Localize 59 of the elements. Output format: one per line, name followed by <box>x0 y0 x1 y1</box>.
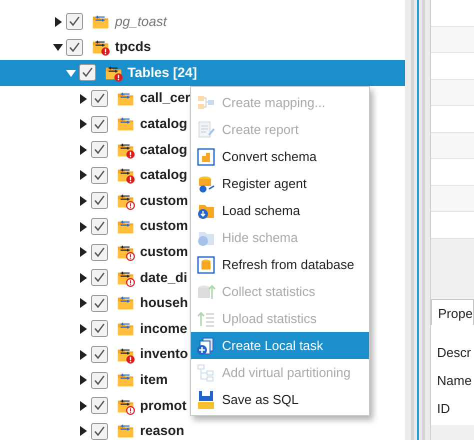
task-add-icon <box>196 336 216 356</box>
checkbox[interactable] <box>91 422 108 440</box>
grid-row <box>431 106 474 132</box>
checkbox[interactable] <box>91 90 108 108</box>
checkbox[interactable] <box>91 192 108 210</box>
tree-item-label[interactable]: date_di <box>140 268 188 288</box>
tree-item-label[interactable]: call_cer <box>140 88 190 109</box>
field-label: Name <box>436 372 473 390</box>
grid-row <box>431 212 474 238</box>
tree-item-label[interactable]: catalog <box>140 165 188 186</box>
tree-item-label[interactable]: tpcds <box>115 37 152 58</box>
checkbox[interactable] <box>91 166 108 184</box>
properties-tab[interactable]: Prope <box>431 298 474 324</box>
checkbox[interactable] <box>78 64 96 82</box>
checkbox[interactable] <box>91 141 108 158</box>
selected-row[interactable]: Tables [24] <box>0 60 405 86</box>
convert-icon <box>196 146 216 166</box>
tree-item-label[interactable]: househ <box>140 293 188 314</box>
checkbox[interactable] <box>91 269 108 286</box>
checkbox[interactable] <box>91 218 108 236</box>
menu-item[interactable]: Save as SQL <box>191 386 369 413</box>
checkbox[interactable] <box>91 346 108 364</box>
save-disk-icon <box>196 390 216 410</box>
tree-item-label[interactable]: item <box>140 370 168 390</box>
checkbox[interactable] <box>91 320 108 338</box>
tree-item-label[interactable]: pg_toast <box>115 12 167 32</box>
database-gear-icon <box>196 174 216 194</box>
partition-tree-icon <box>196 362 216 382</box>
field-label: ID <box>436 400 451 418</box>
menu-item[interactable]: Load schema <box>191 197 369 224</box>
tree-item-label[interactable]: promot <box>140 396 186 416</box>
tree-item-label[interactable]: invento <box>140 344 188 365</box>
splitter[interactable] <box>405 0 430 440</box>
tree-item-label[interactable]: catalog <box>140 140 188 160</box>
database-refresh-icon <box>196 254 216 274</box>
grid-row <box>431 53 474 80</box>
collapse-arrow-icon[interactable] <box>50 41 66 54</box>
tree-item-label[interactable]: custom <box>140 242 188 262</box>
menu-item[interactable]: Refresh from database <box>191 251 369 278</box>
checkbox[interactable] <box>91 397 108 414</box>
report-icon <box>196 120 216 140</box>
menu-item[interactable]: Create Local task <box>191 332 369 359</box>
tree-item-label[interactable]: custom <box>140 190 188 212</box>
field-label: Descr <box>436 344 472 362</box>
checkbox[interactable] <box>91 294 108 312</box>
checkbox[interactable] <box>66 38 83 56</box>
tree-item-label[interactable]: custom <box>140 216 188 237</box>
tree-item-label[interactable]: income <box>140 318 188 340</box>
menu-item[interactable]: Register agent <box>191 170 369 197</box>
checkbox[interactable] <box>66 13 83 30</box>
grid-row <box>431 159 474 186</box>
checkbox[interactable] <box>91 372 108 389</box>
checkbox[interactable] <box>91 116 108 133</box>
menu-item[interactable]: Convert schema <box>191 143 369 170</box>
tree-item-label[interactable]: catalog <box>140 114 188 134</box>
checkbox[interactable] <box>91 244 108 261</box>
tree-item-label[interactable]: reason <box>140 421 184 440</box>
tree-item-label: Tables [24] <box>128 64 198 82</box>
grid-row <box>431 0 474 26</box>
